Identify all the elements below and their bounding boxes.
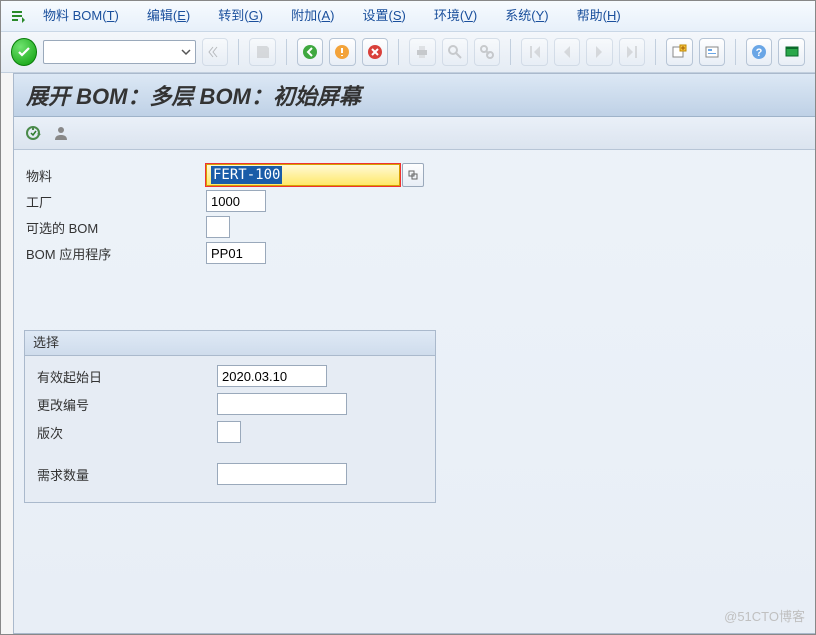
menu-help[interactable]: 帮助(H) xyxy=(563,1,635,31)
changeno-label: 更改编号 xyxy=(33,395,217,414)
execute-button[interactable] xyxy=(22,122,44,144)
revision-label: 版次 xyxy=(33,423,217,442)
altbom-label: 可选的 BOM xyxy=(22,218,206,237)
toolbar-separator xyxy=(398,39,399,65)
watermark-text: @51CTO博客 xyxy=(724,606,805,625)
screen-title-bar: 展开 BOM：多层 BOM：初始屏幕 xyxy=(14,74,815,117)
standard-toolbar: ? xyxy=(1,32,815,73)
toolbar-separator xyxy=(510,39,511,65)
last-page-button[interactable] xyxy=(619,38,645,66)
help-button[interactable]: ? xyxy=(746,38,772,66)
menu-system[interactable]: 系统(Y) xyxy=(491,1,562,31)
changeno-input[interactable] xyxy=(217,393,347,415)
next-page-button[interactable] xyxy=(586,38,612,66)
bomapp-label: BOM 应用程序 xyxy=(22,244,206,263)
menu-settings[interactable]: 设置(S) xyxy=(348,1,419,31)
material-label: 物料 xyxy=(22,166,206,185)
sap-window: 物料 BOM(T) 编辑(E) 转到(G) 附加(A) 设置(S) 环境(V) … xyxy=(0,0,816,635)
menu-system-icon[interactable] xyxy=(7,5,29,27)
prev-page-button[interactable] xyxy=(554,38,580,66)
first-page-button[interactable] xyxy=(521,38,547,66)
enter-button[interactable] xyxy=(11,38,37,66)
page-title: 展开 BOM：多层 BOM：初始屏幕 xyxy=(26,79,361,111)
validfrom-label: 有效起始日 xyxy=(33,367,217,386)
user-settings-button[interactable] xyxy=(50,122,72,144)
menu-edit[interactable]: 编辑(E) xyxy=(133,1,204,31)
toolbar-separator xyxy=(655,39,656,65)
bomapp-input[interactable] xyxy=(206,242,266,264)
menu-bar: 物料 BOM(T) 编辑(E) 转到(G) 附加(A) 设置(S) 环境(V) … xyxy=(1,1,815,32)
toolbar-separator xyxy=(238,39,239,65)
material-input[interactable]: FERT-100 xyxy=(206,164,400,186)
layout-menu-button[interactable] xyxy=(778,38,804,66)
reqqty-label: 需求数量 xyxy=(33,465,217,484)
find-next-button[interactable] xyxy=(474,38,500,66)
toolbar-separator xyxy=(735,39,736,65)
print-button[interactable] xyxy=(409,38,435,66)
plant-label: 工厂 xyxy=(22,192,206,211)
exit-button[interactable] xyxy=(329,38,355,66)
create-shortcut-button[interactable] xyxy=(699,38,725,66)
back-button[interactable] xyxy=(297,38,323,66)
application-toolbar xyxy=(14,117,815,150)
save-button[interactable] xyxy=(249,38,275,66)
find-button[interactable] xyxy=(442,38,468,66)
menu-environment[interactable]: 环境(V) xyxy=(420,1,491,31)
svg-text:?: ? xyxy=(756,47,763,59)
new-session-button[interactable] xyxy=(666,38,692,66)
content-area: 展开 BOM：多层 BOM：初始屏幕 物料 FERT-100 工厂 可选的 BO… xyxy=(13,73,815,634)
plant-input[interactable] xyxy=(206,190,266,212)
selection-group-title: 选择 xyxy=(25,331,435,356)
cancel-button[interactable] xyxy=(362,38,388,66)
ok-code-field[interactable] xyxy=(43,40,196,64)
main-form: 物料 FERT-100 工厂 可选的 BOM BOM 应用程序 选择 xyxy=(14,150,815,515)
menu-extras[interactable]: 附加(A) xyxy=(277,1,348,31)
menu-goto[interactable]: 转到(G) xyxy=(204,1,277,31)
reqqty-input[interactable] xyxy=(217,463,347,485)
command-icon xyxy=(10,8,26,24)
back-chevron-button[interactable] xyxy=(202,38,228,66)
revision-input[interactable] xyxy=(217,421,241,443)
altbom-input[interactable] xyxy=(206,216,230,238)
material-f4-button[interactable] xyxy=(402,163,424,187)
validfrom-input[interactable] xyxy=(217,365,327,387)
chevron-down-icon xyxy=(177,41,195,63)
selection-groupbox: 选择 有效起始日 更改编号 版次 需求数量 xyxy=(24,330,436,503)
toolbar-separator xyxy=(286,39,287,65)
menu-material-bom[interactable]: 物料 BOM(T) xyxy=(29,1,133,31)
